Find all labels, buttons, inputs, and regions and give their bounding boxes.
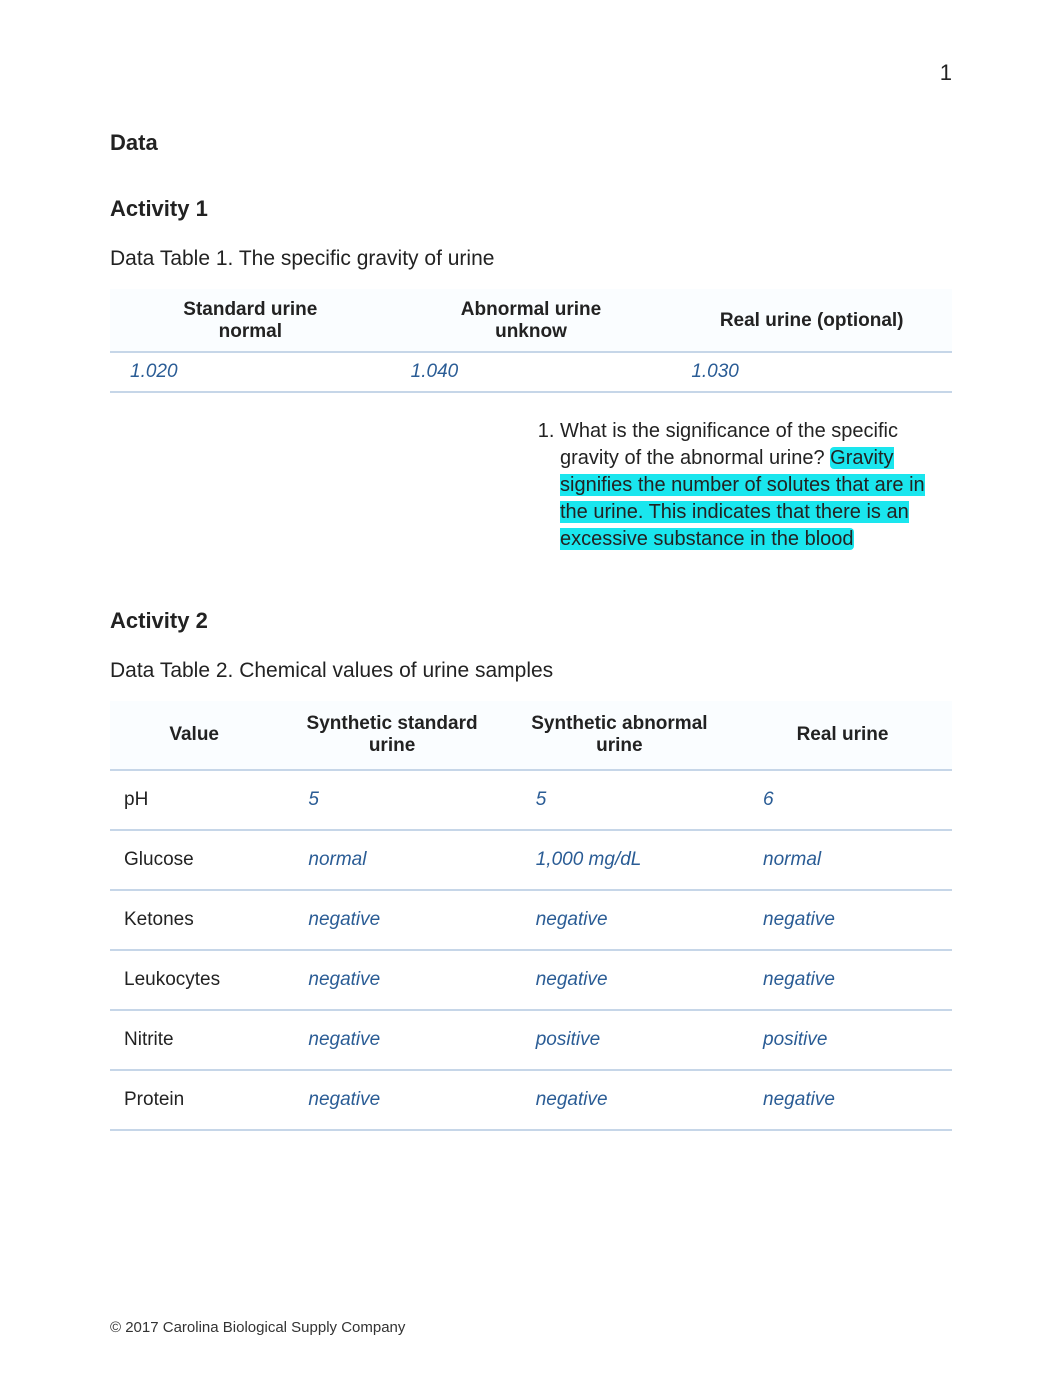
table-header-row: Value Synthetic standard urine Synthetic… bbox=[110, 701, 952, 771]
row-label: Ketones bbox=[110, 891, 278, 951]
row-label: Protein bbox=[110, 1071, 278, 1131]
header-text: Abnormal urine bbox=[461, 299, 601, 320]
heading-data: Data bbox=[110, 130, 952, 156]
col-header-standard: Standard urine normal bbox=[110, 289, 391, 353]
table-specific-gravity: Standard urine normal Abnormal urine unk… bbox=[110, 289, 952, 393]
cell-value: negative bbox=[506, 1071, 733, 1131]
row-label: Nitrite bbox=[110, 1011, 278, 1071]
table-chemical-values: Value Synthetic standard urine Synthetic… bbox=[110, 701, 952, 1131]
cell-value: positive bbox=[733, 1011, 952, 1071]
table-header-row: Standard urine normal Abnormal urine unk… bbox=[110, 289, 952, 353]
header-text: Real urine (optional) bbox=[720, 310, 904, 331]
table-row: Proteinnegativenegativenegative bbox=[110, 1071, 952, 1131]
table2-caption: Data Table 2. Chemical values of urine s… bbox=[110, 659, 952, 683]
page-number: 1 bbox=[940, 60, 952, 86]
col-header-synthetic-standard: Synthetic standard urine bbox=[278, 701, 505, 771]
row-label: pH bbox=[110, 771, 278, 831]
cell-value: 5 bbox=[506, 771, 733, 831]
col-header-real-urine: Real urine bbox=[733, 701, 952, 771]
cell-value: negative bbox=[733, 951, 952, 1011]
cell-value: negative bbox=[278, 1011, 505, 1071]
cell-value: negative bbox=[733, 1071, 952, 1131]
heading-activity-1: Activity 1 bbox=[110, 196, 952, 222]
question-block: What is the significance of the specific… bbox=[530, 418, 950, 553]
cell-value: negative bbox=[278, 891, 505, 951]
cell-standard-value: 1.020 bbox=[110, 353, 391, 393]
table-row: Ketonesnegativenegativenegative bbox=[110, 891, 952, 951]
cell-value: normal bbox=[733, 831, 952, 891]
col-header-real: Real urine (optional) bbox=[671, 289, 952, 353]
table-row: 1.020 1.040 1.030 bbox=[110, 353, 952, 393]
row-label: Glucose bbox=[110, 831, 278, 891]
cell-value: 1,000 mg/dL bbox=[506, 831, 733, 891]
header-sub: unknow bbox=[401, 321, 662, 343]
footer-copyright: © 2017 Carolina Biological Supply Compan… bbox=[110, 1319, 405, 1336]
header-text: Standard urine bbox=[183, 299, 317, 320]
cell-value: 5 bbox=[278, 771, 505, 831]
table-row: pH556 bbox=[110, 771, 952, 831]
table-row: Nitritenegativepositivepositive bbox=[110, 1011, 952, 1071]
cell-value: normal bbox=[278, 831, 505, 891]
col-header-synthetic-abnormal: Synthetic abnormal urine bbox=[506, 701, 733, 771]
col-header-abnormal: Abnormal urine unknow bbox=[391, 289, 672, 353]
heading-activity-2: Activity 2 bbox=[110, 608, 952, 634]
cell-value: negative bbox=[506, 891, 733, 951]
row-label: Leukocytes bbox=[110, 951, 278, 1011]
question-list: What is the significance of the specific… bbox=[530, 418, 950, 553]
cell-value: negative bbox=[278, 1071, 505, 1131]
header-sub: normal bbox=[120, 321, 381, 343]
cell-abnormal-value: 1.040 bbox=[391, 353, 672, 393]
cell-real-value: 1.030 bbox=[671, 353, 952, 393]
question-item: What is the significance of the specific… bbox=[560, 418, 950, 553]
cell-value: positive bbox=[506, 1011, 733, 1071]
cell-value: negative bbox=[506, 951, 733, 1011]
col-header-value: Value bbox=[110, 701, 278, 771]
cell-value: negative bbox=[278, 951, 505, 1011]
cell-value: 6 bbox=[733, 771, 952, 831]
cell-value: negative bbox=[733, 891, 952, 951]
table-row: Glucosenormal1,000 mg/dLnormal bbox=[110, 831, 952, 891]
table-row: Leukocytesnegativenegativenegative bbox=[110, 951, 952, 1011]
table1-caption: Data Table 1. The specific gravity of ur… bbox=[110, 247, 952, 271]
